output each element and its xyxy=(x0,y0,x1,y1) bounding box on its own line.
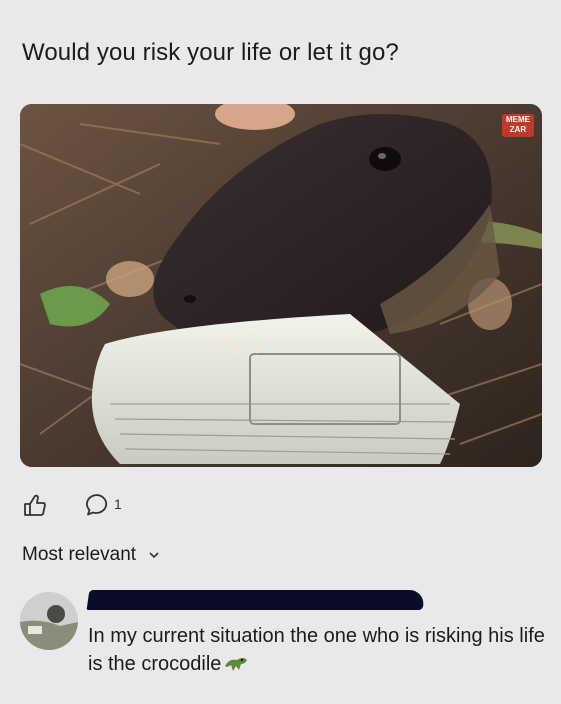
comment-count: 1 xyxy=(114,496,122,512)
crocodile-with-money-photo xyxy=(20,104,542,467)
comment-bubble-icon[interactable] xyxy=(84,492,110,518)
avatar[interactable] xyxy=(20,592,78,650)
sort-label: Most relevant xyxy=(22,544,137,565)
sort-dropdown[interactable]: Most relevant xyxy=(22,543,161,567)
post-image[interactable]: MEME ZAR xyxy=(20,104,542,467)
post-title: Would you risk your life or let it go? xyxy=(22,39,399,66)
thumbs-up-icon[interactable] xyxy=(22,492,48,518)
post-actions: 1 xyxy=(22,490,222,520)
meme-zar-watermark: MEME ZAR xyxy=(502,114,534,137)
comment-text: In my current situation the one who is r… xyxy=(88,622,548,678)
avatar-photo xyxy=(20,592,78,650)
redacted-username xyxy=(86,590,426,610)
chevron-down-icon xyxy=(149,552,159,559)
crocodile-emoji xyxy=(225,658,248,671)
comment-body: In my current situation the one who is r… xyxy=(88,625,545,675)
